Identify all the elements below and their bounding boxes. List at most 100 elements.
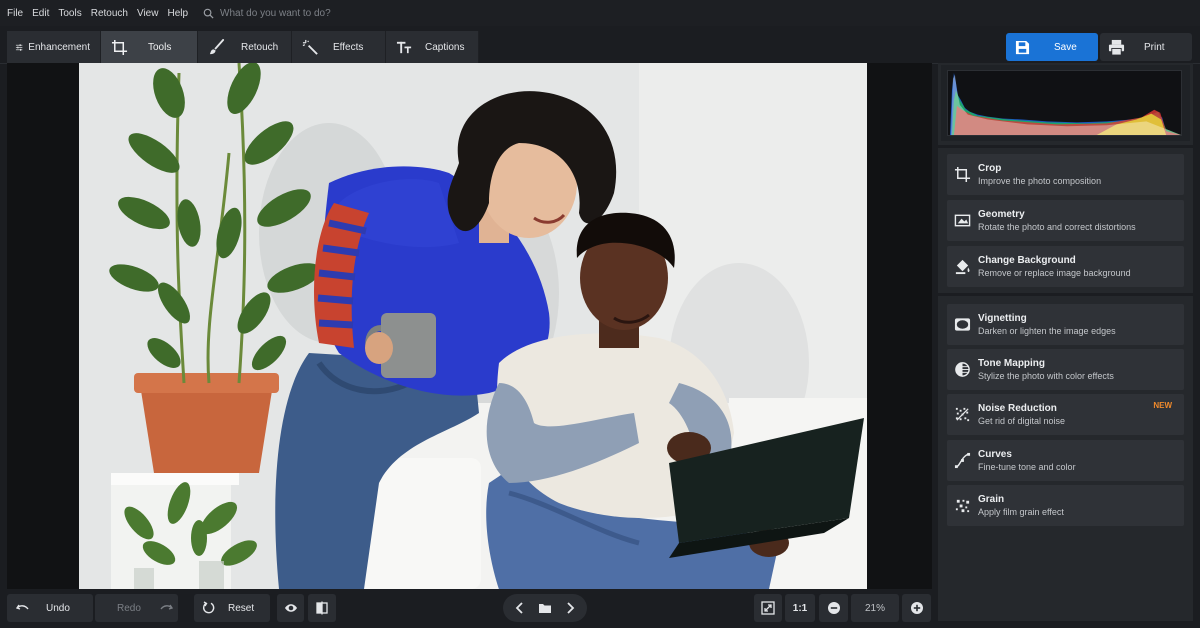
tab-label: Retouch <box>241 42 279 53</box>
tab-bar: Enhancement Tools Retouch Effects Captio… <box>0 26 1200 64</box>
noise-icon <box>955 407 970 422</box>
fit-screen-icon <box>761 601 775 615</box>
text-tt-icon <box>396 41 412 54</box>
tool-title: Tone Mapping <box>978 357 1046 369</box>
tool-title: Vignetting <box>978 312 1027 324</box>
image-canvas[interactable] <box>7 63 932 589</box>
tool-description: Improve the photo composition <box>978 175 1102 186</box>
redo-icon <box>160 604 173 610</box>
tab-label: Tools <box>148 42 172 53</box>
brush-icon <box>209 39 225 55</box>
floppy-disk-icon <box>1015 40 1030 54</box>
tool-description: Stylize the photo with color effects <box>978 370 1114 381</box>
tab-enhancement[interactable]: Enhancement <box>7 31 101 64</box>
tool-title: Curves <box>978 448 1012 460</box>
tool-description: Get rid of digital noise <box>978 415 1066 426</box>
tab-effects[interactable]: Effects <box>292 31 386 64</box>
tool-description: Remove or replace image background <box>978 267 1131 278</box>
zoom-level[interactable]: 21% <box>851 594 899 622</box>
tool-title: Crop <box>978 162 1002 174</box>
tab-captions[interactable]: Captions <box>386 31 479 64</box>
search-input[interactable] <box>220 7 421 19</box>
redo-button[interactable]: Redo <box>95 594 178 622</box>
zoom-out-button[interactable] <box>819 594 848 622</box>
reset-button[interactable]: Reset <box>194 594 270 622</box>
tool-crop[interactable]: Crop Improve the photo composition <box>947 154 1184 195</box>
menu-view[interactable]: View <box>137 8 159 19</box>
tab-retouch[interactable]: Retouch <box>198 31 292 64</box>
tool-vignetting[interactable]: Vignetting Darken or lighten the image e… <box>947 304 1184 345</box>
panel-divider <box>938 145 1193 148</box>
paint-bucket-icon <box>955 259 970 275</box>
geometry-icon <box>954 214 971 227</box>
undo-button[interactable]: Undo <box>7 594 93 622</box>
tool-description: Darken or lighten the image edges <box>978 325 1116 336</box>
save-label: Save <box>1054 41 1077 53</box>
crop-icon <box>111 39 128 56</box>
tool-grain[interactable]: Grain Apply film grain effect <box>947 485 1184 526</box>
histogram <box>947 70 1182 136</box>
reset-icon <box>202 601 215 614</box>
menu-bar: File Edit Tools Retouch View Help <box>0 0 1200 26</box>
chevron-right-icon[interactable] <box>563 601 577 615</box>
compare-split-icon <box>316 601 328 615</box>
actual-size-button[interactable]: 1:1 <box>785 594 815 622</box>
redo-label: Redo <box>117 602 141 614</box>
magic-wand-icon <box>302 39 318 55</box>
crop-icon <box>954 166 971 183</box>
tool-description: Rotate the photo and correct distortions <box>978 221 1136 232</box>
save-button[interactable]: Save <box>1006 33 1098 61</box>
folder-icon[interactable] <box>538 601 552 615</box>
undo-icon <box>16 604 29 610</box>
photo-preview[interactable] <box>79 63 867 589</box>
vignette-icon <box>954 318 971 331</box>
undo-label: Undo <box>46 602 70 614</box>
panel-divider <box>938 293 1193 296</box>
print-label: Print <box>1144 41 1165 53</box>
search-icon <box>203 8 214 19</box>
menu-file[interactable]: File <box>7 8 23 19</box>
tab-label: Captions <box>425 42 465 53</box>
preview-button[interactable] <box>277 594 304 622</box>
grain-icon <box>955 499 970 513</box>
minus-circle-icon <box>827 602 840 614</box>
eye-icon <box>284 604 297 612</box>
tool-curves[interactable]: Curves Fine-tune tone and color <box>947 440 1184 481</box>
curves-icon <box>954 452 971 469</box>
tool-description: Fine-tune tone and color <box>978 461 1076 472</box>
chevron-left-icon[interactable] <box>513 601 527 615</box>
menu-help[interactable]: Help <box>167 8 188 19</box>
compare-button[interactable] <box>308 594 336 622</box>
fit-to-screen-button[interactable] <box>754 594 782 622</box>
tool-tone-mapping[interactable]: Tone Mapping Stylize the photo with colo… <box>947 349 1184 390</box>
menu-edit[interactable]: Edit <box>32 8 49 19</box>
tool-geometry[interactable]: Geometry Rotate the photo and correct di… <box>947 200 1184 241</box>
tab-label: Effects <box>333 42 364 53</box>
new-badge: NEW <box>1153 401 1172 410</box>
reset-label: Reset <box>228 602 255 614</box>
command-search <box>203 7 421 19</box>
tool-title: Noise Reduction <box>978 402 1057 414</box>
sliders-icon <box>15 44 23 51</box>
tool-title: Grain <box>978 493 1005 505</box>
tools-panel: Crop Improve the photo composition Geome… <box>938 63 1193 621</box>
menu-retouch[interactable]: Retouch <box>91 8 128 19</box>
one-to-one-label: 1:1 <box>792 602 808 614</box>
zoom-in-button[interactable] <box>902 594 931 622</box>
print-button[interactable]: Print <box>1100 33 1192 61</box>
tool-title: Geometry <box>978 208 1025 220</box>
printer-icon <box>1108 39 1125 56</box>
histogram-container <box>941 65 1190 141</box>
tool-title: Change Background <box>978 254 1076 266</box>
tool-description: Apply film grain effect <box>978 506 1064 517</box>
photo-navigation <box>503 594 587 622</box>
bottom-toolbar: Undo Redo Reset 1:1 21% <box>0 589 932 628</box>
plus-circle-icon <box>910 602 923 614</box>
tone-mapping-icon <box>955 362 970 377</box>
tab-tools[interactable]: Tools <box>101 31 198 64</box>
zoom-value-text: 21% <box>864 602 885 614</box>
tab-label: Enhancement <box>28 42 90 53</box>
menu-tools[interactable]: Tools <box>58 8 81 19</box>
tool-noise-reduction[interactable]: Noise Reduction Get rid of digital noise… <box>947 394 1184 435</box>
tool-change-background[interactable]: Change Background Remove or replace imag… <box>947 246 1184 287</box>
